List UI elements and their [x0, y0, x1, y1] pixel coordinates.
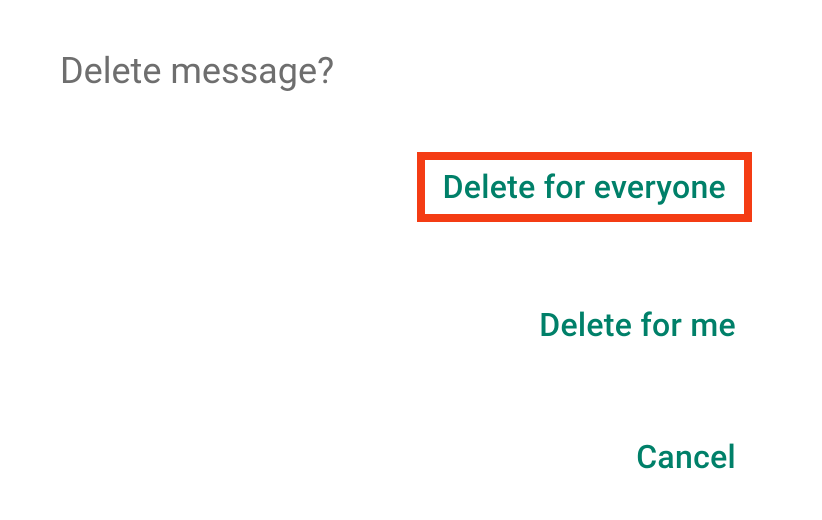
delete-for-me-button[interactable]: Delete for me — [523, 296, 752, 354]
delete-for-everyone-button[interactable]: Delete for everyone — [417, 152, 752, 222]
cancel-button[interactable]: Cancel — [620, 428, 752, 486]
dialog-actions: Delete for everyone Delete for me Cancel — [60, 152, 762, 486]
dialog-title: Delete message? — [60, 50, 762, 92]
delete-message-dialog: Delete message? Delete for everyone Dele… — [0, 0, 822, 520]
